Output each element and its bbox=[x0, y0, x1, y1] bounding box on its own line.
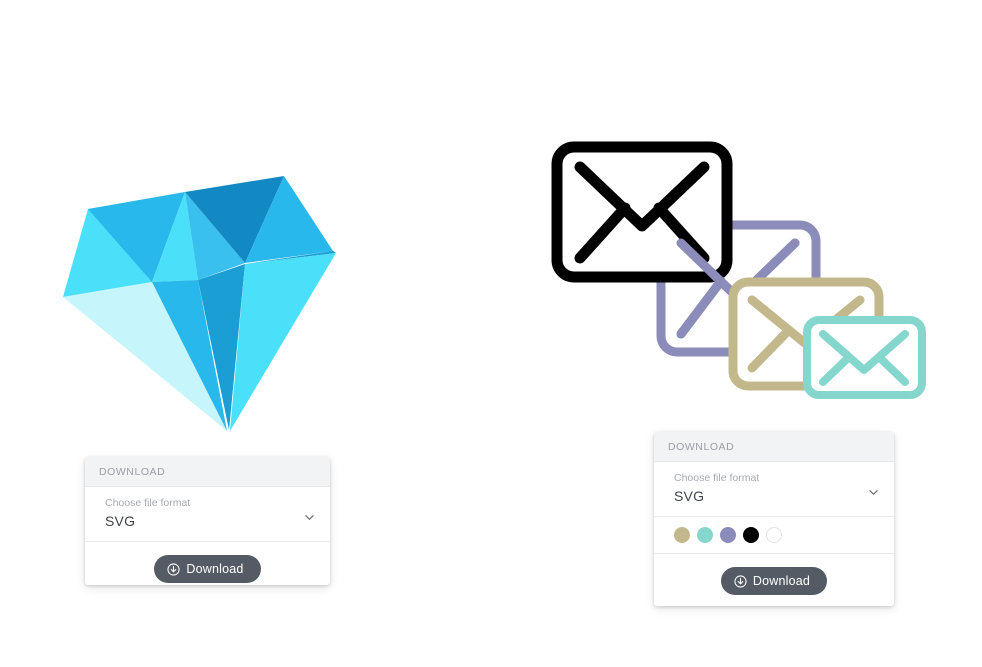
swatch-white[interactable] bbox=[766, 527, 782, 543]
download-button-row: Download bbox=[654, 554, 894, 606]
color-swatch-row bbox=[654, 517, 894, 554]
download-card-right: DOWNLOAD Choose file format SVG Download bbox=[654, 432, 894, 606]
file-format-value: SVG bbox=[105, 513, 136, 529]
file-format-select[interactable]: Choose file format SVG bbox=[85, 487, 330, 542]
download-circle-icon bbox=[734, 574, 747, 588]
chevron-down-icon[interactable] bbox=[869, 488, 878, 497]
download-button[interactable]: Download bbox=[720, 567, 828, 595]
file-format-label: Choose file format bbox=[105, 497, 191, 509]
swatch-khaki[interactable] bbox=[674, 527, 690, 543]
envelope-stack bbox=[545, 130, 935, 405]
download-card-left: DOWNLOAD Choose file format SVG Download bbox=[85, 457, 330, 585]
download-button-label: Download bbox=[186, 562, 244, 576]
file-format-select[interactable]: Choose file format SVG bbox=[654, 462, 894, 517]
download-circle-icon bbox=[167, 562, 180, 576]
chevron-down-icon[interactable] bbox=[305, 513, 314, 522]
envelope-teal bbox=[803, 316, 926, 399]
swatch-teal[interactable] bbox=[697, 527, 713, 543]
file-format-label: Choose file format bbox=[674, 472, 760, 484]
swatch-black[interactable] bbox=[743, 527, 759, 543]
download-button-row: Download bbox=[85, 542, 330, 585]
card-header-title: DOWNLOAD bbox=[85, 457, 330, 487]
download-button[interactable]: Download bbox=[154, 555, 261, 583]
swatch-purple[interactable] bbox=[720, 527, 736, 543]
diamond-logo-svg bbox=[63, 176, 336, 431]
diamond-logo bbox=[55, 165, 355, 445]
card-header-title: DOWNLOAD bbox=[654, 432, 894, 462]
download-button-label: Download bbox=[752, 574, 811, 588]
diamond-facet-bottom-right bbox=[230, 253, 336, 431]
file-format-value: SVG bbox=[674, 488, 705, 504]
envelope-stack-svg bbox=[551, 141, 926, 399]
